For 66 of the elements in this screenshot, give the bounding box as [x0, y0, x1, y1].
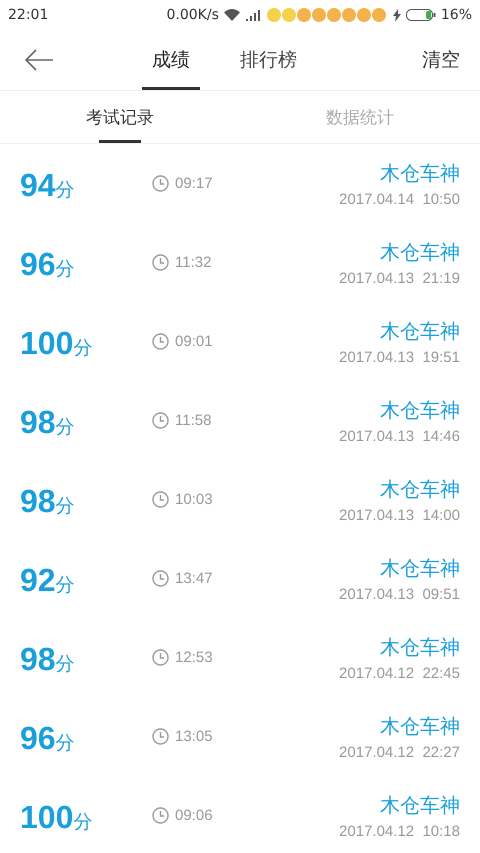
- score-unit: 分: [73, 336, 92, 361]
- clock-icon: [152, 728, 169, 745]
- tab[interactable]: 排行榜: [230, 33, 307, 90]
- user-name: 木仓车神: [380, 318, 460, 344]
- score-value: 100: [20, 325, 74, 362]
- clock-icon: [152, 570, 169, 587]
- clear-button[interactable]: 清空: [422, 47, 460, 73]
- score-value: 96: [20, 246, 56, 283]
- exam-duration: 12:53: [175, 649, 213, 666]
- clock-icon: [152, 807, 169, 824]
- clock-icon: [152, 333, 169, 350]
- user-name: 木仓车神: [380, 792, 460, 818]
- user-name: 木仓车神: [380, 396, 460, 424]
- exam-date: 2017.04.13 09:51: [339, 586, 460, 602]
- battery-icon: [406, 8, 436, 22]
- clock-icon: [152, 412, 169, 429]
- score-value: 100: [20, 799, 74, 836]
- user-name: 木仓车神: [380, 238, 460, 266]
- exam-duration: 13:47: [175, 570, 213, 587]
- exam-date: 2017.04.12 22:27: [339, 744, 460, 760]
- exam-date: 2017.04.13 14:46: [339, 428, 460, 444]
- exam-duration: 09:06: [175, 807, 213, 824]
- clock-icon: [152, 649, 169, 666]
- sub-tab[interactable]: 考试记录: [86, 91, 154, 143]
- score-unit: 分: [56, 494, 75, 519]
- exam-duration: 11:58: [175, 412, 212, 429]
- score-unit: 分: [56, 573, 75, 598]
- score-value: 98: [20, 641, 56, 678]
- score-unit: 分: [56, 257, 75, 282]
- tab[interactable]: 成绩: [142, 33, 200, 90]
- user-name: 木仓车神: [380, 634, 460, 660]
- exam-duration: 09:17: [175, 175, 213, 192]
- exam-duration: 13:05: [175, 728, 213, 745]
- score-unit: 分: [56, 415, 75, 440]
- score-unit: 分: [56, 652, 75, 677]
- exam-date: 2017.04.12 22:45: [339, 664, 460, 682]
- exam-duration: 09:01: [175, 333, 213, 350]
- wifi-icon: [224, 9, 240, 21]
- clock-time: 22:01: [8, 7, 48, 23]
- score-value: 96: [20, 720, 56, 757]
- exam-date: 2017.04.13 14:00: [339, 506, 460, 524]
- score-unit: 分: [73, 810, 92, 835]
- battery-percent: 16%: [440, 7, 472, 23]
- exam-date: 2017.04.13 19:51: [339, 348, 460, 366]
- clock-icon: [152, 175, 169, 192]
- user-name: 木仓车神: [380, 476, 460, 502]
- score-unit: 分: [56, 178, 75, 203]
- score-value: 98: [20, 404, 56, 441]
- signal-icon: [244, 9, 261, 21]
- exam-date: 2017.04.13 21:19: [339, 270, 460, 286]
- score-value: 98: [20, 483, 56, 520]
- back-button[interactable]: [24, 49, 54, 71]
- exam-date: 2017.04.14 10:50: [339, 190, 460, 208]
- user-name: 木仓车神: [380, 554, 460, 582]
- exam-duration: 11:32: [175, 254, 212, 271]
- exam-duration: 10:03: [175, 491, 213, 508]
- score-value: 92: [20, 562, 56, 599]
- network-speed: 0.00K/s: [166, 7, 219, 23]
- exam-date: 2017.04.12 10:18: [339, 822, 460, 840]
- score-value: 94: [20, 167, 56, 204]
- clock-icon: [152, 254, 169, 271]
- charging-icon: [392, 8, 401, 22]
- score-unit: 分: [56, 731, 75, 756]
- user-name: 木仓车神: [380, 712, 460, 740]
- user-name: 木仓车神: [380, 160, 460, 186]
- clock-icon: [152, 491, 169, 508]
